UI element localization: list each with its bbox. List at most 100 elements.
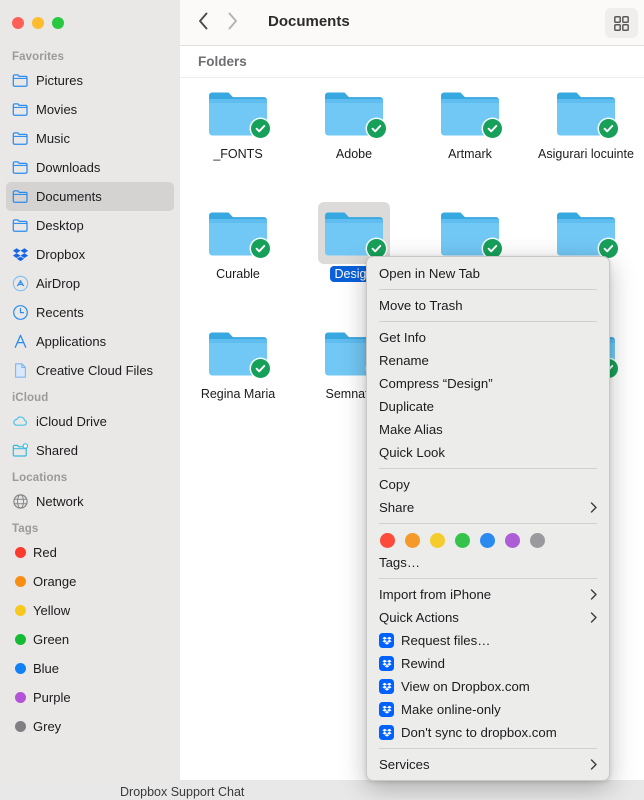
menu-item-quick-look[interactable]: Quick Look: [367, 441, 609, 464]
folder-icon[interactable]: [318, 82, 390, 144]
folder-item[interactable]: _FONTS: [180, 82, 296, 162]
sidebar-item-purple[interactable]: Purple: [6, 683, 174, 712]
finder-sidebar: Favorites Pictures Movies Music Downloads Doc…: [0, 0, 180, 780]
menu-item-move-to-trash[interactable]: Move to Trash: [367, 294, 609, 317]
menu-item-get-info[interactable]: Get Info: [367, 326, 609, 349]
tag-dot: [12, 663, 26, 674]
sidebar-item-orange[interactable]: Orange: [6, 567, 174, 596]
tag-dot: [12, 634, 26, 645]
zoom-window-button[interactable]: [52, 17, 64, 29]
dropbox-icon: [12, 246, 29, 263]
menu-item-label: Duplicate: [379, 399, 434, 414]
menu-item-request-files[interactable]: Request files…: [367, 629, 609, 652]
icon-view-button[interactable]: [605, 8, 638, 38]
folder-icon[interactable]: [202, 82, 274, 144]
menu-item-label: Quick Actions: [379, 610, 459, 625]
sidebar-item-applications[interactable]: Applications: [6, 327, 174, 356]
folder-item[interactable]: Curable: [180, 202, 296, 282]
folder-icon: [12, 101, 29, 118]
screen: Dropbox Support Chat Favorites Pictures Mo…: [0, 0, 644, 800]
sidebar-item-green[interactable]: Green: [6, 625, 174, 654]
tag-color-swatch[interactable]: [530, 533, 545, 548]
menu-item-tags[interactable]: Tags…: [367, 551, 609, 574]
menu-item-label: Don't sync to dropbox.com: [401, 725, 557, 740]
folder-icon[interactable]: [434, 82, 506, 144]
menu-item-share[interactable]: Share: [367, 496, 609, 519]
folder-item[interactable]: Artmark: [412, 82, 528, 162]
sidebar-item-label: Yellow: [33, 603, 71, 618]
sidebar-item-red[interactable]: Red: [6, 538, 174, 567]
sidebar-item-label: Pictures: [36, 73, 83, 88]
sidebar-item-grey[interactable]: Grey: [6, 712, 174, 741]
sidebar-item-shared[interactable]: Shared: [6, 436, 174, 465]
tag-dot: [12, 692, 26, 703]
sidebar-item-documents[interactable]: Documents: [6, 182, 174, 211]
tag-color-swatch[interactable]: [430, 533, 445, 548]
sidebar-item-pictures[interactable]: Pictures: [6, 66, 174, 95]
sidebar-item-blue[interactable]: Blue: [6, 654, 174, 683]
folder-icon[interactable]: [550, 202, 622, 264]
menu-item-import-from-iphone[interactable]: Import from iPhone: [367, 583, 609, 606]
sidebar-item-desktop[interactable]: Desktop: [6, 211, 174, 240]
menu-item-services[interactable]: Services: [367, 753, 609, 776]
folder-icon[interactable]: [202, 322, 274, 384]
sidebar-item-downloads[interactable]: Downloads: [6, 153, 174, 182]
menu-item-label: Make online-only: [401, 702, 501, 717]
menu-item-rewind[interactable]: Rewind: [367, 652, 609, 675]
menu-item-don-t-sync-to-dropbox-com[interactable]: Don't sync to dropbox.com: [367, 721, 609, 744]
sidebar-item-label: Grey: [33, 719, 62, 734]
context-menu[interactable]: Open in New Tab Move to Trash Get Info Rena…: [366, 256, 610, 781]
sidebar-item-yellow[interactable]: Yellow: [6, 596, 174, 625]
menu-item-compress-design[interactable]: Compress “Design”: [367, 372, 609, 395]
sidebar-item-label: Purple: [33, 690, 71, 705]
document-icon: [12, 362, 29, 379]
folder-item[interactable]: Regina Maria: [180, 322, 296, 402]
tag-color-swatches[interactable]: [367, 528, 609, 551]
close-window-button[interactable]: [12, 17, 24, 29]
sidebar-item-label: Desktop: [36, 218, 84, 233]
menu-item-make-online-only[interactable]: Make online-only: [367, 698, 609, 721]
dropbox-icon: [379, 679, 394, 694]
sidebar-item-airdrop[interactable]: AirDrop: [6, 269, 174, 298]
menu-item-label: Services: [379, 757, 430, 772]
forward-button[interactable]: [227, 12, 238, 30]
chevron-right-icon: [590, 589, 597, 600]
globe-icon: [12, 493, 29, 510]
menu-item-open-in-new-tab[interactable]: Open in New Tab: [367, 262, 609, 285]
sidebar-item-recents[interactable]: Recents: [6, 298, 174, 327]
menu-item-quick-actions[interactable]: Quick Actions: [367, 606, 609, 629]
sidebar-item-music[interactable]: Music: [6, 124, 174, 153]
sidebar-item-network[interactable]: Network: [6, 487, 174, 516]
tag-color-swatch[interactable]: [480, 533, 495, 548]
back-button[interactable]: [198, 12, 209, 30]
menu-item-label: Open in New Tab: [379, 266, 480, 281]
tag-color-swatch[interactable]: [405, 533, 420, 548]
tag-color-swatch[interactable]: [455, 533, 470, 548]
sidebar-item-label: Network: [36, 494, 84, 509]
airdrop-icon: [12, 275, 29, 292]
sidebar-item-dropbox[interactable]: Dropbox: [6, 240, 174, 269]
tag-color-swatch[interactable]: [380, 533, 395, 548]
folder-icon[interactable]: [202, 202, 274, 264]
folder-label: Asigurari locuinte: [538, 147, 634, 161]
menu-item-duplicate[interactable]: Duplicate: [367, 395, 609, 418]
sidebar-list[interactable]: Favorites Pictures Movies Music Downloads Doc…: [0, 44, 180, 741]
folder-icon: [12, 72, 29, 89]
folder-icon[interactable]: [550, 82, 622, 144]
tag-color-swatch[interactable]: [505, 533, 520, 548]
sidebar-item-icloud-drive[interactable]: iCloud Drive: [6, 407, 174, 436]
sidebar-item-movies[interactable]: Movies: [6, 95, 174, 124]
folder-item[interactable]: Asigurari locuinte: [528, 82, 644, 162]
sidebar-item-creative-cloud-files[interactable]: Creative Cloud Files: [6, 356, 174, 385]
chevron-right-icon: [590, 502, 597, 513]
folder-item[interactable]: Adobe: [296, 82, 412, 162]
minimize-window-button[interactable]: [32, 17, 44, 29]
menu-item-view-on-dropbox-com[interactable]: View on Dropbox.com: [367, 675, 609, 698]
folder-icon[interactable]: [434, 202, 506, 264]
menu-item-make-alias[interactable]: Make Alias: [367, 418, 609, 441]
sidebar-section-title: Favorites: [12, 51, 65, 63]
menu-item-label: Rewind: [401, 656, 445, 671]
menu-item-rename[interactable]: Rename: [367, 349, 609, 372]
folder-icon[interactable]: [318, 202, 390, 264]
menu-item-copy[interactable]: Copy: [367, 473, 609, 496]
